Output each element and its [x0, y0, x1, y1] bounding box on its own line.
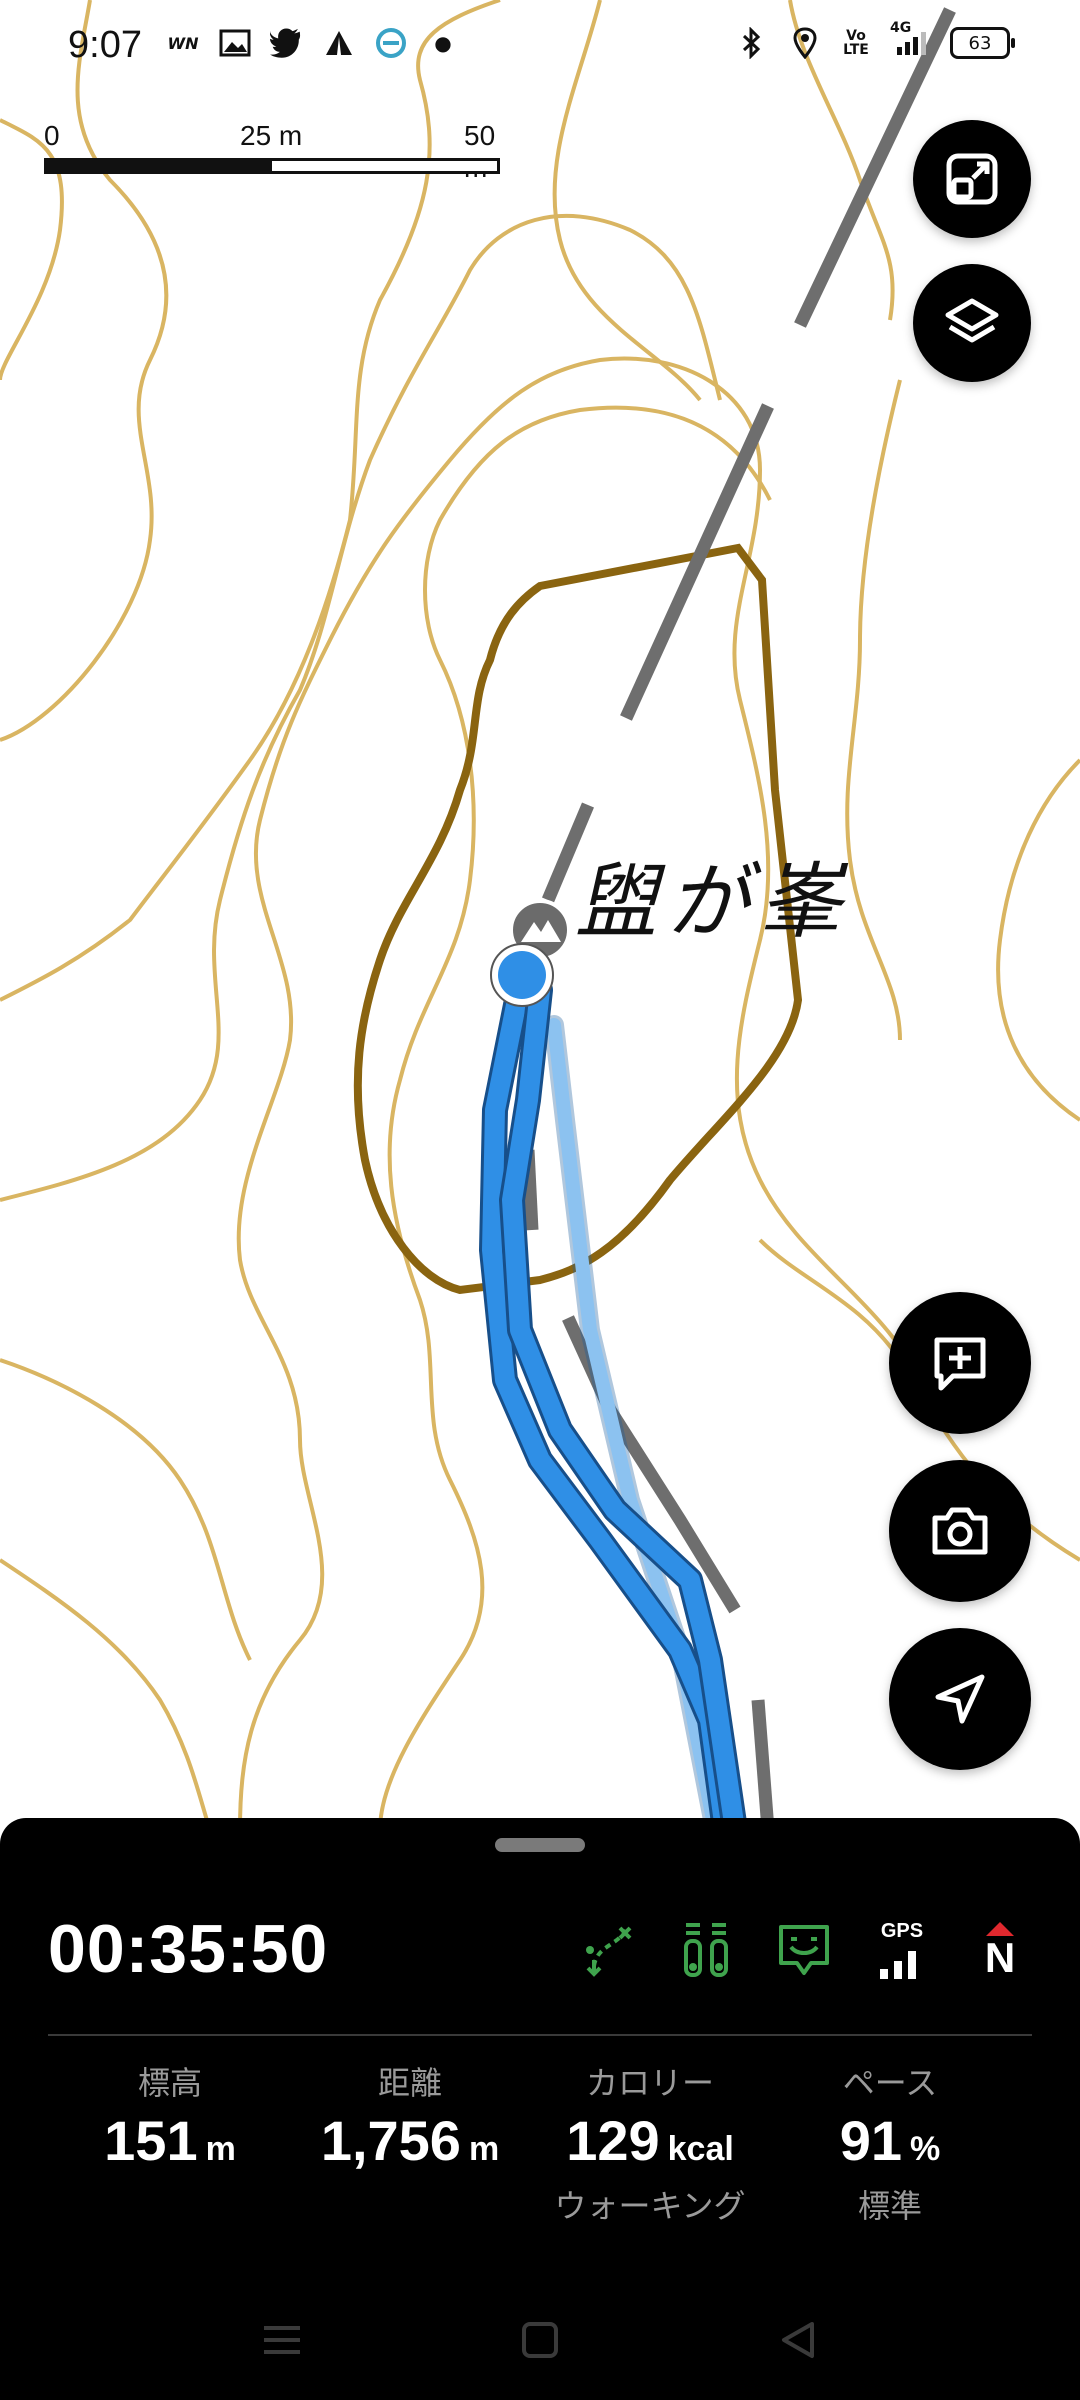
4g-signal-icon: 4G — [890, 20, 930, 60]
contour-line — [0, 1558, 212, 1830]
panel-divider — [48, 2034, 1032, 2036]
stat-label: カロリー — [585, 2064, 714, 2102]
stat-sub: 標準 — [857, 2187, 922, 2225]
stat-label: ペース — [842, 2064, 938, 2102]
gps-signal-icon: GPS — [872, 1918, 932, 1982]
back-button[interactable] — [768, 2310, 828, 2370]
status-bar: 9:07 WN ● Vo LTE 4G 63 — [0, 0, 1080, 96]
dot-indicator: ● — [434, 31, 452, 55]
home-button[interactable] — [510, 2310, 570, 2370]
contour-line — [0, 0, 169, 742]
contour-line — [0, 1358, 252, 1661]
layers-icon — [945, 298, 999, 343]
face-icon[interactable] — [774, 1918, 834, 1982]
stats-row: 標高 151 m 距離 1,756 m カロリー 129 kcal ウォーキング ペー… — [0, 2058, 1080, 2227]
twitter-icon — [270, 26, 304, 60]
status-time: 9:07 — [68, 24, 142, 66]
triangle-app-icon — [322, 26, 356, 60]
system-nav-bar — [0, 2280, 1080, 2400]
compass-label: N — [984, 1934, 1016, 1981]
add-note-icon — [934, 1337, 986, 1391]
current-location-marker — [490, 943, 554, 1007]
stat-label: 標高 — [137, 2064, 202, 2102]
scale-label-25: 25 m — [240, 120, 303, 151]
track-line-faded — [547, 1018, 722, 1830]
image-icon — [218, 26, 252, 60]
navigation-arrow-icon — [935, 1674, 985, 1724]
add-note-button[interactable] — [889, 1292, 1031, 1434]
location-icon — [788, 26, 822, 60]
menu-button[interactable] — [252, 2310, 312, 2370]
layers-button[interactable] — [913, 264, 1031, 382]
expand-icon — [946, 153, 998, 205]
trail-segment — [751, 1699, 775, 1830]
stat-unit: m — [468, 2130, 500, 2168]
scale-bar: 0 25 m 50 m — [44, 120, 504, 183]
scale-bar-graphic — [44, 158, 500, 174]
gps-label: GPS — [880, 1919, 924, 1942]
route-icon[interactable] — [578, 1918, 638, 1982]
back-icon — [782, 2322, 814, 2358]
stat-calories: カロリー 129 kcal ウォーキング — [530, 2058, 770, 2227]
altitude-icon[interactable] — [676, 1918, 736, 1982]
menu-icon — [264, 2326, 300, 2354]
gps-track — [479, 962, 748, 1830]
stat-value: 151 — [104, 2109, 198, 2172]
s-app-icon — [374, 26, 408, 60]
camera-icon — [932, 1507, 988, 1555]
panel-status-icons: GPS N — [578, 1918, 1030, 1982]
navigate-button[interactable] — [889, 1628, 1031, 1770]
stat-unit: % — [910, 2130, 941, 2168]
stat-elevation: 標高 151 m — [50, 2058, 290, 2227]
stat-value: 91 — [839, 2109, 903, 2172]
volte-icon: Vo LTE — [843, 28, 869, 58]
stat-value: 1,756 — [320, 2109, 461, 2172]
network-type-label: 4G — [890, 20, 912, 36]
compass-north-icon[interactable]: N — [970, 1918, 1030, 1982]
system-icons: Vo LTE 4G 63 — [734, 20, 1015, 60]
fullscreen-button[interactable] — [913, 120, 1031, 238]
stat-label: 距離 — [377, 2064, 442, 2102]
notification-icons: WN ● — [166, 26, 460, 60]
stat-value: 129 — [566, 2109, 660, 2172]
place-label: 盥が峯 — [575, 855, 851, 950]
stat-distance: 距離 1,756 m — [290, 2058, 530, 2227]
battery-icon: 63 — [950, 27, 1015, 59]
home-icon — [522, 2322, 558, 2358]
contour-line — [996, 758, 1080, 1122]
bluetooth-icon — [734, 26, 768, 60]
elapsed-timer: 00:35:50 — [48, 1911, 329, 1987]
stat-pace: ペース 91% 標準 — [770, 2058, 1010, 2227]
panel-drag-handle[interactable] — [495, 1838, 585, 1852]
contour-line — [845, 379, 902, 1041]
wn-news-icon: WN — [167, 33, 199, 53]
stat-unit: kcal — [667, 2130, 734, 2168]
scale-label-50: 50 m — [464, 120, 496, 183]
stat-sub: ウォーキング — [554, 2187, 746, 2225]
scale-label-0: 0 — [44, 120, 60, 151]
stat-unit: m — [205, 2130, 236, 2168]
camera-button[interactable] — [889, 1460, 1031, 1602]
